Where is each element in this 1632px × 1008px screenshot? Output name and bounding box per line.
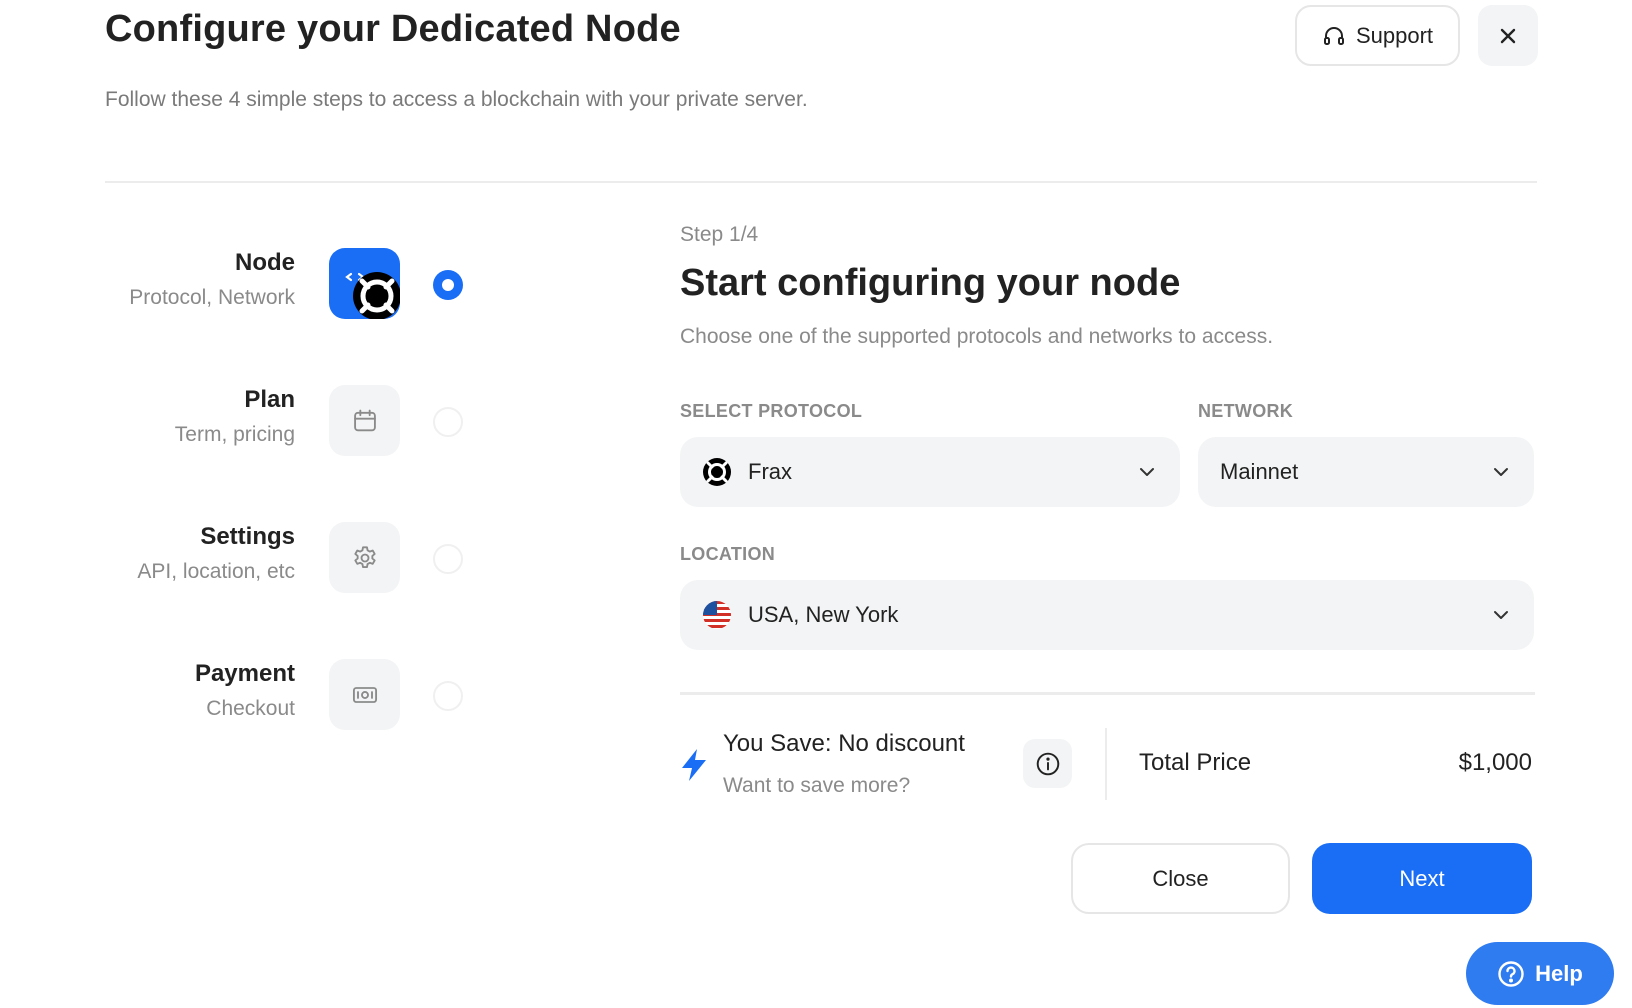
step-node-icon-box — [329, 248, 400, 319]
headset-icon — [1323, 26, 1344, 45]
total-price-value: $1,000 — [1458, 749, 1532, 776]
savings-subtitle: Want to save more? — [723, 774, 911, 797]
help-button[interactable]: Help — [1466, 942, 1614, 1005]
frax-logo-icon — [702, 457, 732, 487]
page-subtitle: Follow these 4 simple steps to access a … — [105, 88, 808, 111]
network-value: Mainnet — [1220, 459, 1299, 484]
step-plan-text: Plan Term, pricing — [175, 385, 295, 447]
lightning-icon — [682, 749, 706, 781]
network-label: NETWORK — [1198, 401, 1294, 421]
help-label: Help — [1535, 960, 1583, 986]
next-button[interactable]: Next — [1312, 843, 1532, 914]
step-settings-radio[interactable] — [433, 544, 463, 574]
info-icon — [1036, 752, 1059, 775]
chevron-down-icon — [1140, 468, 1154, 476]
step-subtitle: API, location, etc — [137, 560, 295, 583]
protocol-select[interactable]: Frax — [680, 437, 1180, 507]
protocol-logo-icon — [345, 272, 400, 319]
step-subtitle: Checkout — [206, 697, 295, 720]
step-payment-text: Payment Checkout — [195, 659, 295, 721]
step-counter: Step 1/4 — [680, 223, 759, 246]
step-subtitle: Term, pricing — [174, 423, 295, 446]
protocol-label: SELECT PROTOCOL — [680, 401, 863, 421]
step-payment-radio[interactable] — [433, 681, 463, 711]
us-flag-icon — [702, 600, 732, 630]
step-title: Plan — [244, 386, 295, 413]
section-title: Start configuring your node — [680, 262, 1181, 304]
support-button[interactable]: Support — [1295, 5, 1460, 66]
gear-icon — [353, 545, 376, 568]
step-node[interactable]: Node Protocol, Network — [0, 248, 480, 328]
savings-title: You Save: No discount — [723, 730, 965, 757]
step-payment-icon-box — [329, 659, 400, 730]
step-title: Settings — [200, 523, 295, 550]
step-settings-icon-box — [329, 522, 400, 593]
summary-divider — [680, 692, 1535, 695]
chevron-down-icon — [1494, 611, 1508, 619]
step-node-text: Node Protocol, Network — [129, 248, 295, 310]
total-price-label: Total Price — [1139, 749, 1252, 776]
cash-icon — [352, 686, 377, 703]
step-node-radio[interactable] — [433, 270, 463, 300]
step-settings-text: Settings API, location, etc — [137, 522, 295, 584]
header-divider — [105, 181, 1537, 183]
location-value: USA, New York — [748, 602, 899, 627]
location-select[interactable]: USA, New York — [680, 580, 1534, 650]
section-description: Choose one of the supported protocols an… — [680, 325, 1274, 348]
close-icon — [1500, 28, 1516, 43]
step-title: Node — [235, 249, 295, 276]
support-label: Support — [1355, 22, 1434, 48]
savings-info-button[interactable] — [1023, 739, 1072, 788]
summary-vertical-divider — [1105, 728, 1107, 800]
protocol-value: Frax — [748, 459, 792, 484]
step-title: Payment — [194, 660, 295, 687]
page-title: Configure your Dedicated Node — [105, 8, 681, 50]
step-settings[interactable]: Settings API, location, etc — [0, 522, 480, 602]
network-select[interactable]: Mainnet — [1198, 437, 1534, 507]
step-plan-icon-box — [329, 385, 400, 456]
step-payment[interactable]: Payment Checkout — [0, 659, 480, 739]
chevron-down-icon — [1494, 468, 1508, 476]
question-icon — [1498, 960, 1524, 987]
step-plan-radio[interactable] — [433, 407, 463, 437]
step-plan[interactable]: Plan Term, pricing — [0, 385, 480, 465]
step-subtitle: Protocol, Network — [129, 286, 295, 309]
close-dialog-button[interactable] — [1478, 5, 1538, 66]
calendar-icon — [353, 409, 376, 431]
location-label: LOCATION — [680, 544, 776, 564]
close-button[interactable]: Close — [1071, 843, 1290, 914]
